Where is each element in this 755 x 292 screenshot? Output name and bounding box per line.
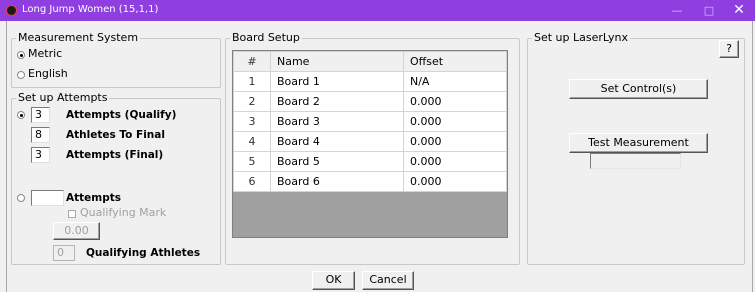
board-setup-legend: Board Setup: [232, 31, 300, 44]
column-header-offset[interactable]: Offset: [403, 51, 507, 72]
measurement-result-field: [590, 153, 681, 169]
alternate-attempts-radio[interactable]: [17, 194, 25, 202]
board-name-cell[interactable]: Board 2: [270, 91, 404, 112]
board-name-cell[interactable]: Board 4: [270, 131, 404, 152]
english-label[interactable]: English: [28, 67, 68, 80]
board-name-cell[interactable]: Board 3: [270, 111, 404, 132]
title-bar[interactable]: Long Jump Women (15,1,1) — □ ✕: [0, 0, 755, 21]
set-control-button[interactable]: Set Control(s): [569, 79, 708, 99]
athletes-to-final-label: Athletes To Final: [66, 129, 165, 141]
athletes-to-final-input[interactable]: 8: [31, 127, 50, 143]
qualifying-mark-label: Qualifying Mark: [80, 206, 167, 219]
board-offset-cell[interactable]: N/A: [403, 71, 507, 92]
qualifying-mark-checkbox[interactable]: [68, 210, 76, 218]
close-button[interactable]: ✕: [725, 2, 753, 19]
measurement-system-legend: Measurement System: [18, 31, 139, 44]
window-title: Long Jump Women (15,1,1): [22, 4, 159, 15]
qualifying-athletes-input[interactable]: 0: [53, 245, 75, 261]
row-number: 2: [233, 91, 271, 112]
row-number: 5: [233, 151, 271, 172]
english-radio[interactable]: [17, 71, 25, 79]
minimize-button[interactable]: —: [663, 2, 691, 19]
qualifying-mark-button[interactable]: 0.00: [53, 222, 100, 240]
final-attempts-input[interactable]: 3: [31, 147, 50, 163]
board-grid-header: # Name Offset: [233, 51, 507, 72]
attempts-legend: Set up Attempts: [18, 91, 108, 104]
board-offset-cell[interactable]: 0.000: [403, 171, 507, 192]
table-row[interactable]: 6 Board 6 0.000: [233, 171, 507, 192]
standard-attempts-radio[interactable]: [17, 111, 25, 119]
board-offset-cell[interactable]: 0.000: [403, 151, 507, 172]
app-icon[interactable]: [6, 5, 17, 16]
column-header-name[interactable]: Name: [270, 51, 404, 72]
board-grid[interactable]: # Name Offset 1 Board 1 N/A 2 Board 2 0.…: [232, 50, 508, 238]
ok-button[interactable]: OK: [312, 271, 355, 290]
qualifying-athletes-label: Qualifying Athletes: [86, 247, 201, 259]
table-row[interactable]: 5 Board 5 0.000: [233, 151, 507, 172]
row-number: 4: [233, 131, 271, 152]
board-name-cell[interactable]: Board 6: [270, 171, 404, 192]
row-number: 3: [233, 111, 271, 132]
board-name-cell[interactable]: Board 5: [270, 151, 404, 172]
help-button[interactable]: ?: [719, 40, 739, 58]
metric-radio[interactable]: [17, 51, 25, 59]
qualify-attempts-input[interactable]: 3: [31, 107, 50, 123]
board-offset-cell[interactable]: 0.000: [403, 91, 507, 112]
qualify-attempts-label: Attempts (Qualify): [66, 109, 177, 121]
board-offset-cell[interactable]: 0.000: [403, 111, 507, 132]
board-name-cell[interactable]: Board 1: [270, 71, 404, 92]
test-measurement-button[interactable]: Test Measurement: [569, 133, 708, 153]
column-header-number[interactable]: #: [233, 51, 271, 72]
laserlynx-legend: Set up LaserLynx: [534, 31, 629, 44]
row-number: 6: [233, 171, 271, 192]
alternate-attempts-input[interactable]: [31, 190, 64, 206]
table-row[interactable]: 2 Board 2 0.000: [233, 91, 507, 112]
final-attempts-label: Attempts (Final): [66, 149, 164, 161]
maximize-button[interactable]: □: [695, 2, 723, 19]
table-row[interactable]: 1 Board 1 N/A: [233, 71, 507, 92]
metric-label[interactable]: Metric: [28, 47, 62, 60]
table-row[interactable]: 3 Board 3 0.000: [233, 111, 507, 132]
row-number: 1: [233, 71, 271, 92]
table-row[interactable]: 4 Board 4 0.000: [233, 131, 507, 152]
cancel-button[interactable]: Cancel: [362, 271, 414, 290]
alternate-attempts-label: Attempts: [66, 192, 122, 204]
board-offset-cell[interactable]: 0.000: [403, 131, 507, 152]
